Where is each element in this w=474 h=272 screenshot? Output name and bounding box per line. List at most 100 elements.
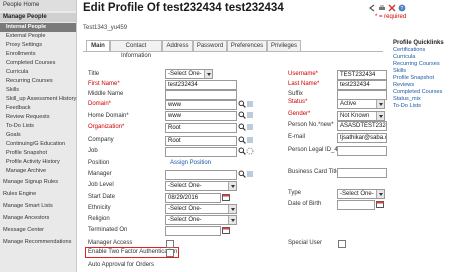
sidebar-home[interactable]: People Home xyxy=(0,0,76,11)
quicklink-recurring-courses[interactable]: Recurring Courses xyxy=(393,61,440,67)
religion-select[interactable]: -Select One- xyxy=(165,215,237,225)
first-name-input[interactable]: test232434 xyxy=(165,80,237,90)
sidebar-item-completed-courses[interactable]: Completed Courses xyxy=(0,59,76,68)
quicklink-todo-lists[interactable]: To-Do Lists xyxy=(393,103,421,109)
sidebar-item-curricula[interactable]: Curricula xyxy=(0,68,76,77)
clear-icon[interactable] xyxy=(246,136,254,144)
sidebar-item-goals[interactable]: Goals xyxy=(0,131,76,140)
sidebar-item-label: Review Requests xyxy=(6,114,50,120)
gender-select[interactable]: Not Known xyxy=(337,111,385,121)
job-label: Job xyxy=(88,148,98,154)
ethnicity-select[interactable]: -Select One- xyxy=(165,204,237,214)
middle-name-input[interactable] xyxy=(165,90,237,100)
sidebar-item-internal-people[interactable]: Internal People xyxy=(0,23,76,32)
religion-label: Religion xyxy=(88,216,110,222)
company-input[interactable]: Root xyxy=(165,136,237,146)
sidebar-item-label: Skill_up Assessment History xyxy=(6,96,77,102)
calendar-icon[interactable] xyxy=(376,200,384,208)
clear-icon[interactable] xyxy=(246,100,254,108)
quicklink-reviews[interactable]: Reviews xyxy=(393,82,414,88)
search-icon[interactable] xyxy=(238,136,246,144)
help-icon[interactable]: ? xyxy=(398,4,406,12)
search-icon[interactable] xyxy=(238,111,246,119)
last-name-input[interactable]: test232434 xyxy=(337,80,387,90)
search-icon[interactable] xyxy=(238,147,246,155)
sidebar-item-manage-smart-lists[interactable]: Manage Smart Lists xyxy=(0,202,76,211)
sidebar-item-label: Message Center xyxy=(3,227,45,233)
search-icon[interactable] xyxy=(238,123,246,131)
sidebar-item-skills[interactable]: Skills xyxy=(0,86,76,95)
job-input[interactable] xyxy=(165,147,237,157)
username-label: Username* xyxy=(288,71,319,77)
sidebar-item-enrollments[interactable]: Enrollments xyxy=(0,50,76,59)
search-icon[interactable] xyxy=(238,170,246,178)
chevron-down-icon xyxy=(228,205,236,213)
close-icon[interactable] xyxy=(388,4,396,12)
sidebar-item-external-people[interactable]: External People xyxy=(0,32,76,41)
quicklink-profile-snapshot[interactable]: Profile Snapshot xyxy=(393,75,434,81)
sidebar-item-review-requests[interactable]: Review Requests xyxy=(0,113,76,122)
sidebar-item-manage-ancestors[interactable]: Manage Ancestors xyxy=(0,214,76,223)
quicklink-completed-courses[interactable]: Completed Courses xyxy=(393,89,442,95)
manager-input[interactable] xyxy=(165,170,237,180)
sidebar-item-message-center[interactable]: Message Center xyxy=(0,226,76,235)
domain-input[interactable]: www xyxy=(165,100,237,110)
email-input[interactable]: tjsathikar@saba.com xyxy=(337,133,387,143)
terminated-on-input[interactable] xyxy=(165,226,221,236)
sidebar-item-label: Goals xyxy=(6,132,21,138)
sidebar-item-manage-signup-rules[interactable]: Manage Signup Rules xyxy=(0,178,76,187)
start-date-input[interactable]: 08/29/2016 xyxy=(165,193,221,203)
business-card-input[interactable] xyxy=(337,168,387,178)
terminated-on-label: Terminated On xyxy=(88,227,128,233)
organization-input[interactable]: Root xyxy=(165,123,237,133)
sidebar-item-label: Recurring Courses xyxy=(6,78,53,84)
sidebar-item-profile-activity-history[interactable]: Profile Activity History xyxy=(0,158,76,167)
sidebar-item-todo-lists[interactable]: To-Do Lists xyxy=(0,122,76,131)
job-level-select[interactable]: -Select One- xyxy=(165,181,237,191)
sidebar-item-rules-engine[interactable]: Rules Engine xyxy=(0,190,76,199)
ethnicity-label: Ethnicity xyxy=(88,205,111,211)
username-input[interactable]: TEST232434 xyxy=(337,70,387,80)
sidebar-item-label: Completed Courses xyxy=(6,60,56,66)
quicklink-skills[interactable]: Skills xyxy=(393,68,406,74)
title-select[interactable]: -Select One- xyxy=(165,69,213,79)
home-domain-label: Home Domain* xyxy=(88,113,129,119)
job-level-select-value: -Select One- xyxy=(168,183,202,189)
sidebar-item-proxy-settings[interactable]: Proxy Settings xyxy=(0,41,76,50)
sidebar-item-manage-archive[interactable]: Manage Archive xyxy=(0,167,76,176)
clear-icon[interactable] xyxy=(246,111,254,119)
print-icon[interactable] xyxy=(378,4,386,12)
position-label: Position xyxy=(88,160,110,166)
quicklink-status[interactable]: Status_mix xyxy=(393,96,421,102)
sidebar-item-feedback[interactable]: Feedback xyxy=(0,104,76,113)
two-factor-checkbox[interactable] xyxy=(166,249,174,257)
legal-id-input[interactable] xyxy=(337,146,387,156)
sidebar-item-skill-assessment-history[interactable]: Skill_up Assessment History xyxy=(0,95,76,104)
sidebar-home-label: People Home xyxy=(3,2,40,8)
sidebar-item-recurring-courses[interactable]: Recurring Courses xyxy=(0,77,76,86)
back-icon[interactable] xyxy=(368,4,376,12)
type-select[interactable]: -Select One- xyxy=(337,189,385,199)
quicklink-curricula[interactable]: Curricula xyxy=(393,54,415,60)
date-of-birth-input[interactable] xyxy=(337,200,375,210)
clear-icon[interactable] xyxy=(246,170,254,178)
start-date-label: Start Date xyxy=(88,194,116,200)
sidebar-item-profile-snapshot[interactable]: Profile Snapshot xyxy=(0,149,76,158)
manager-access-checkbox[interactable] xyxy=(166,240,174,248)
last-name-label: Last Name* xyxy=(288,81,320,87)
clear-icon[interactable] xyxy=(246,123,254,131)
sidebar-item-label: Manage Ancestors xyxy=(3,215,50,221)
search-icon[interactable] xyxy=(238,100,246,108)
business-card-label: Business Card Title xyxy=(288,169,340,175)
home-domain-input[interactable]: www xyxy=(165,111,237,121)
assign-position-link[interactable]: Assign Position xyxy=(170,160,211,166)
sidebar-item-manage-recommendations[interactable]: Manage Recommendations xyxy=(0,238,76,247)
calendar-icon[interactable] xyxy=(222,193,230,201)
quicklink-certifications[interactable]: Certifications xyxy=(393,47,425,53)
sidebar-item-continuing-education[interactable]: Continuing/G Education xyxy=(0,140,76,149)
calendar-icon[interactable] xyxy=(222,226,230,234)
required-note: * = required xyxy=(375,14,407,20)
special-user-checkbox[interactable] xyxy=(338,240,346,248)
person-no-input[interactable]: ASASDTEST232434 xyxy=(337,121,387,131)
status-select[interactable]: Active xyxy=(337,99,385,109)
